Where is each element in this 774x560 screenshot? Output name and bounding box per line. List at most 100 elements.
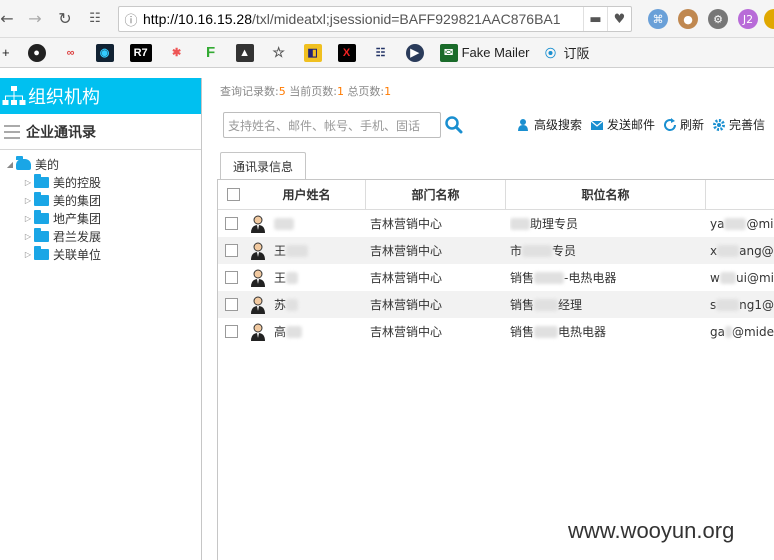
left-panel: 组织机构 企业通讯录 ◢ 美的 ▷ 美的控股 ▷ 美的集团 ▷ 地产集团 ▷ 君…	[0, 78, 202, 560]
bookmark-f[interactable]: F	[202, 42, 224, 64]
url-text[interactable]: http://10.16.15.28/txl/mideatxl;jsession…	[143, 11, 583, 27]
send-mail-button[interactable]: 发送邮件	[590, 116, 655, 133]
tree-node-label: 美的	[35, 157, 60, 172]
department-cell: 吉林营销中心	[370, 244, 443, 258]
tree-node-label: 君兰发展	[53, 229, 102, 244]
site-info-icon[interactable]: ⓘ	[119, 10, 143, 29]
address-bar[interactable]: ⓘ http://10.16.15.28/txl/mideatxl;jsessi…	[118, 6, 632, 32]
row-checkbox-cell	[225, 237, 238, 264]
bookmark-photo[interactable]: ◧	[303, 42, 326, 64]
screen-icon[interactable]: ▬	[583, 7, 607, 31]
bookmark-circles[interactable]: ∞	[62, 42, 84, 64]
table-row[interactable]: 高 吉林营销中心 销售 电热电器 ga @mide	[218, 318, 774, 345]
extension-clover-icon[interactable]: ⌘	[648, 9, 668, 29]
collapsed-triangle-icon[interactable]: ▷	[22, 232, 34, 241]
bookmark-grid[interactable]: ☷	[372, 42, 394, 64]
user-avatar-icon	[251, 215, 265, 233]
bookmark-r7[interactable]: R7	[129, 42, 156, 64]
bookmark-eye[interactable]: ◉	[95, 42, 118, 64]
redacted-text	[286, 298, 299, 311]
tree-node-root[interactable]: ◢ 美的	[0, 155, 201, 173]
column-header-department[interactable]: 部门名称	[366, 180, 506, 209]
bookmark-label: Fake Mailer	[461, 45, 530, 60]
user-avatar-icon	[251, 323, 265, 341]
table-row[interactable]: 王 吉林营销中心 市 专员 x ang@	[218, 237, 774, 264]
search-icon[interactable]	[444, 115, 464, 135]
column-header-position[interactable]: 职位名称	[506, 180, 706, 209]
user-avatar-icon	[251, 296, 265, 314]
tree-node-child[interactable]: ▷ 美的集团	[0, 191, 201, 209]
contacts-header[interactable]: 企业通讯录	[0, 114, 201, 150]
position-cell: 销售 电热电器	[510, 318, 606, 345]
complete-info-label: 完善信	[729, 118, 766, 132]
folder-icon	[34, 173, 49, 188]
row-checkbox[interactable]	[225, 325, 238, 338]
collapsed-triangle-icon[interactable]: ▷	[22, 196, 34, 205]
column-header-email[interactable]: 邮箱	[706, 180, 774, 209]
search-input[interactable]: 支持姓名、邮件、帐号、手机、固话	[223, 112, 441, 138]
total-label: 总页数:	[347, 85, 385, 98]
position-cell: 助理专员	[510, 210, 578, 237]
bookmark-mountain[interactable]: ▲	[235, 42, 258, 64]
bookmark-plus-icon[interactable]: +	[2, 42, 10, 64]
collapsed-triangle-icon[interactable]: ▷	[22, 214, 34, 223]
user-search-icon	[518, 118, 528, 131]
advanced-search-button[interactable]: 高级搜索	[517, 116, 582, 133]
tree-node-child[interactable]: ▷ 地产集团	[0, 209, 201, 227]
forward-icon[interactable]: →	[22, 6, 48, 32]
group-icon	[16, 155, 31, 170]
star-icon: ☆	[272, 44, 285, 60]
bookmark-fake-mailer[interactable]: ✉ Fake Mailer	[439, 42, 530, 64]
table-row[interactable]: 吉林营销中心 助理专员 ya @mi	[218, 210, 774, 237]
bookmark-flame[interactable]: ✱	[168, 42, 190, 64]
row-checkbox[interactable]	[225, 298, 238, 311]
advanced-search-label: 高级搜索	[534, 118, 583, 132]
email-suffix: ng1@	[739, 297, 774, 312]
complete-info-button[interactable]: 完善信	[712, 116, 765, 133]
heart-icon[interactable]: ♥	[607, 7, 631, 31]
tab-contacts-info[interactable]: 通讯录信息	[220, 152, 307, 180]
extension-gear-icon[interactable]: ⚙	[708, 9, 728, 29]
refresh-label: 刷新	[680, 118, 705, 132]
email-suffix: ang@	[739, 243, 774, 258]
redacted-text	[716, 298, 740, 311]
reload-icon[interactable]: ↻	[52, 6, 78, 32]
column-header-name[interactable]: 用户姓名	[248, 180, 366, 209]
tree-node-child[interactable]: ▷ 君兰发展	[0, 227, 201, 245]
row-checkbox[interactable]	[225, 271, 238, 284]
cookie-icon[interactable]: ●	[678, 9, 698, 29]
collapsed-triangle-icon[interactable]: ▷	[22, 250, 34, 259]
refresh-button[interactable]: 刷新	[663, 116, 704, 133]
bookmark-github[interactable]: ●	[27, 42, 50, 64]
org-header: 组织机构	[0, 78, 201, 114]
expanded-triangle-icon[interactable]: ◢	[4, 160, 16, 169]
bookmark-star[interactable]: ☆	[270, 42, 292, 64]
collapsed-triangle-icon[interactable]: ▷	[22, 178, 34, 187]
name-cell	[250, 210, 366, 237]
redacted-text	[286, 271, 299, 284]
j2-extension-icon[interactable]: J2	[738, 9, 758, 29]
tree-node-child[interactable]: ▷ 美的控股	[0, 173, 201, 191]
bookmark-china-mobile[interactable]: ⦿ 订阪	[542, 42, 590, 64]
table-row[interactable]: 苏 吉林营销中心 销售 经理 s ng1@	[218, 291, 774, 318]
email-cell: w ui@mi	[710, 264, 774, 291]
table-row[interactable]: 王 吉林营销中心 销售 -电热电器 w ui@mi	[218, 264, 774, 291]
name-cell: 高	[250, 318, 366, 345]
row-checkbox[interactable]	[225, 244, 238, 257]
mail-icon	[590, 120, 604, 130]
email-suffix: @mide	[731, 324, 774, 339]
apps-grid-icon[interactable]: ☷	[82, 6, 108, 32]
redacted-text	[522, 244, 553, 257]
email-prefix: ga	[710, 324, 725, 339]
select-all-checkbox[interactable]	[226, 188, 240, 201]
menu-bars-icon	[4, 124, 20, 139]
department-cell: 吉林营销中心	[370, 325, 443, 339]
bookmark-x[interactable]: X	[337, 42, 360, 64]
bookmarks-bar: + ● ∞ ◉ R7 ✱ F ▲ ☆ ◧ X ☷ ▶ ✉ Fake Mailer …	[0, 38, 774, 68]
bookmark-play[interactable]: ▶	[405, 42, 428, 64]
email-prefix: ya	[710, 216, 725, 231]
back-icon[interactable]: ←	[0, 6, 14, 32]
tree-node-child[interactable]: ▷ 关联单位	[0, 245, 201, 263]
row-checkbox[interactable]	[225, 217, 238, 230]
email-cell: s ng1@	[710, 291, 774, 318]
